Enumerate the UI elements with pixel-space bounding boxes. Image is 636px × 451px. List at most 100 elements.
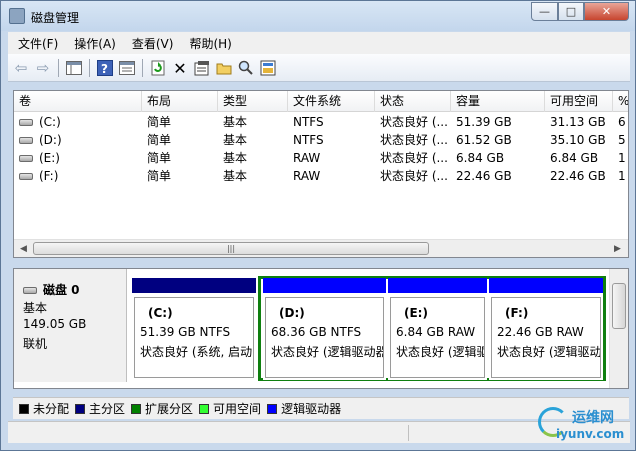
volume-list-header: 卷 布局 类型 文件系统 状态 容量 可用空间 % [14,91,628,112]
volume-name: (F:) [39,169,59,183]
volume-free-space: 6.84 GB [550,151,599,165]
partition-size-fs: 22.46 GB RAW [497,325,584,339]
scrollbar-thumb[interactable] [612,283,626,329]
partition-d[interactable]: (D:) 68.36 GB NTFS 状态良好 (逻辑驱动器 [263,278,386,380]
delete-icon[interactable]: ✕ [171,59,189,78]
column-header-layout[interactable]: 布局 [142,91,218,112]
partition-f[interactable]: (F:) 22.46 GB RAW 状态良好 (逻辑驱动 [489,278,603,380]
volume-filesystem: RAW [293,169,321,183]
volume-capacity: 6.84 GB [456,151,505,165]
menu-file[interactable]: 文件(F) [18,35,58,52]
refresh-icon[interactable] [149,59,167,77]
volume-layout: 简单 [147,115,172,129]
properties-pane-icon[interactable] [118,59,136,77]
partition-e[interactable]: (E:) 6.84 GB RAW 状态良好 (逻辑驱 [388,278,487,380]
volume-filesystem: RAW [293,151,321,165]
disk-graphical-view: 磁盘 0 基本 149.05 GB 联机 (C:) 51.39 GB NTFS … [13,268,629,389]
menu-action[interactable]: 操作(A) [74,35,116,52]
vertical-scrollbar[interactable] [609,269,628,388]
column-header-status[interactable]: 状态 [375,91,451,112]
partition-bar [263,278,386,293]
volume-type: 基本 [223,151,248,165]
partition-c[interactable]: (C:) 51.39 GB NTFS 状态良好 (系统, 启动 [132,278,256,380]
volume-layout: 简单 [147,151,172,165]
volume-capacity: 22.46 GB [456,169,512,183]
volume-status: 状态良好 (... [380,169,448,183]
disk-management-window: 磁盘管理 — □ ✕ 文件(F) 操作(A) 查看(V) 帮助(H) ⇦ ⇨ ?… [0,0,636,451]
volume-filesystem: NTFS [293,115,324,129]
partition-status: 状态良好 (逻辑驱动 [497,345,601,359]
partition-bar [132,278,256,293]
volume-percent: 1 [618,169,626,183]
partition-status: 状态良好 (逻辑驱 [396,345,485,359]
disk-icon [23,287,37,294]
volume-percent: 1 [618,151,626,165]
explore-icon[interactable] [237,59,255,77]
table-row[interactable]: (C:) 简单 基本 NTFS 状态良好 (... 51.39 GB 31.13… [14,113,628,131]
column-header-type[interactable]: 类型 [218,91,288,112]
disk-name: 磁盘 0 [43,283,80,297]
forward-icon[interactable]: ⇨ [34,59,52,77]
table-row[interactable]: (D:) 简单 基本 NTFS 状态良好 (... 61.52 GB 35.10… [14,131,628,149]
scroll-left-icon[interactable]: ◀ [15,241,32,257]
watermark-text: 运维网 [572,410,614,426]
legend-label: 主分区 [89,402,126,416]
disk-info-panel[interactable]: 磁盘 0 基本 149.05 GB 联机 [14,269,127,382]
close-button[interactable]: ✕ [584,2,629,21]
rescan-icon[interactable] [259,59,277,77]
partition-label: (C:) [148,306,173,320]
table-row[interactable]: (E:) 简单 基本 RAW 状态良好 (... 6.84 GB 6.84 GB… [14,149,628,167]
volume-status: 状态良好 (... [380,133,448,147]
column-header-capacity[interactable]: 容量 [451,91,545,112]
svg-text:?: ? [101,62,108,76]
scroll-right-icon[interactable]: ▶ [609,241,626,257]
volume-free-space: 35.10 GB [550,133,606,147]
column-header-free-space[interactable]: 可用空间 [545,91,613,112]
watermark-logo: 运维网 iyunv.com [534,405,630,445]
menu-view[interactable]: 查看(V) [132,35,174,52]
volume-list[interactable]: 卷 布局 类型 文件系统 状态 容量 可用空间 % (C:) 简单 基本 NTF… [13,90,629,258]
column-header-volume[interactable]: 卷 [14,91,142,112]
partition-status: 状态良好 (逻辑驱动器 [271,345,384,359]
legend-swatch-extended [131,403,142,414]
volume-name: (C:) [39,115,61,129]
drive-icon [19,173,33,180]
legend-label: 扩展分区 [145,402,194,416]
legend-label: 逻辑驱动器 [281,402,342,416]
properties-icon[interactable] [193,59,211,77]
volume-status: 状态良好 (... [380,151,448,165]
legend-label: 未分配 [33,402,70,416]
back-icon[interactable]: ⇦ [12,59,30,77]
title-bar: 磁盘管理 — □ ✕ [1,1,635,31]
volume-percent: 5 [618,133,626,147]
maximize-button[interactable]: □ [558,2,584,21]
drive-icon [19,137,33,144]
volume-layout: 简单 [147,133,172,147]
disk-state: 联机 [23,337,48,351]
minimize-button[interactable]: — [531,2,558,21]
drive-icon [19,155,33,162]
legend-swatch-primary [75,403,86,414]
legend-label: 可用空间 [213,402,262,416]
volume-percent: 6 [618,115,626,129]
toolbar: ⇦ ⇨ ? ✕ [8,54,630,82]
volume-layout: 简单 [147,169,172,183]
table-row[interactable]: (F:) 简单 基本 RAW 状态良好 (... 22.46 GB 22.46 … [14,167,628,185]
partition-bar [489,278,603,293]
volume-status: 状态良好 (... [380,115,448,129]
disk-type: 基本 [23,301,48,315]
column-header-percent[interactable]: % [613,91,628,112]
menu-help[interactable]: 帮助(H) [189,35,231,52]
volume-capacity: 61.52 GB [456,133,512,147]
help-icon[interactable]: ? [96,59,114,77]
legend-swatch-unallocated [19,403,29,414]
menu-bar: 文件(F) 操作(A) 查看(V) 帮助(H) [8,32,630,54]
volume-filesystem: NTFS [293,133,324,147]
show-hide-pane-icon[interactable] [65,59,83,77]
open-icon[interactable] [215,59,233,77]
volume-free-space: 22.46 GB [550,169,606,183]
scrollbar-thumb[interactable]: ||| [33,242,429,255]
column-header-filesystem[interactable]: 文件系统 [288,91,375,112]
horizontal-scrollbar[interactable]: ◀ ||| ▶ [14,239,628,257]
volume-type: 基本 [223,115,248,129]
